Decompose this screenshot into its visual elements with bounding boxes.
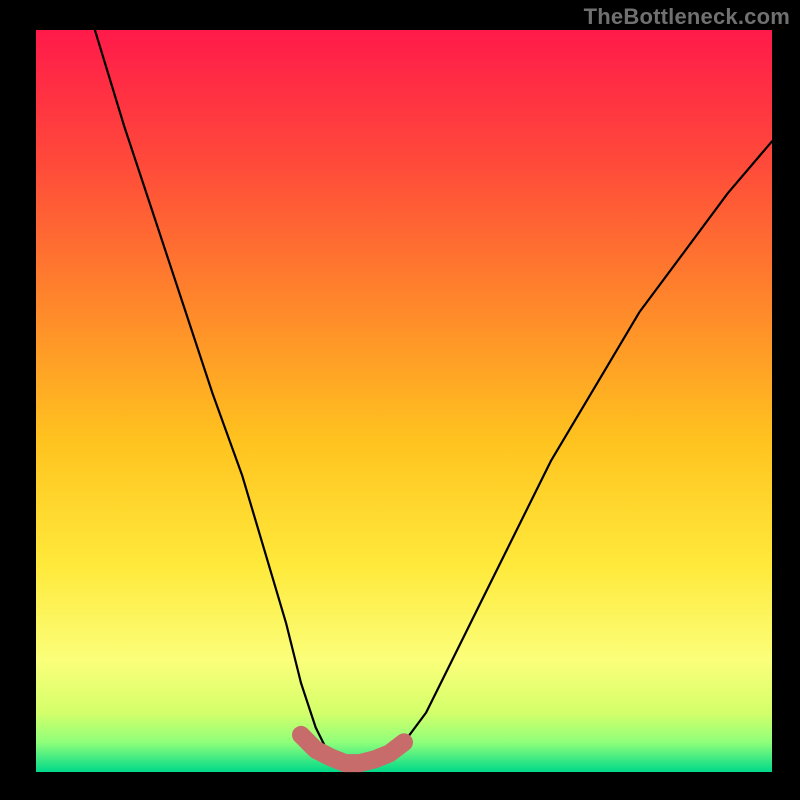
plot-background — [36, 30, 772, 772]
watermark-text: TheBottleneck.com — [584, 4, 790, 30]
chart-svg — [0, 0, 800, 800]
chart-frame: TheBottleneck.com — [0, 0, 800, 800]
